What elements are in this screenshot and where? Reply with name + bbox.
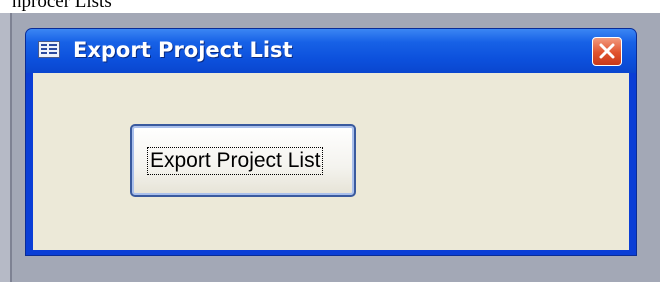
close-icon	[599, 43, 615, 59]
window-client-area: Export Project List	[33, 73, 629, 250]
desktop-edge	[0, 13, 12, 282]
close-button[interactable]	[592, 37, 622, 66]
title-bar[interactable]: Export Project List	[26, 29, 636, 73]
desktop-area: Export Project List Export Project List	[0, 13, 660, 282]
form-icon	[38, 41, 60, 58]
export-project-list-button[interactable]: Export Project List	[130, 124, 356, 197]
export-button-label: Export Project List	[146, 147, 324, 175]
background-text: nprocer Lists	[12, 0, 112, 12]
window-title: Export Project List	[73, 38, 293, 62]
dialog-window: Export Project List Export Project List	[25, 28, 637, 256]
